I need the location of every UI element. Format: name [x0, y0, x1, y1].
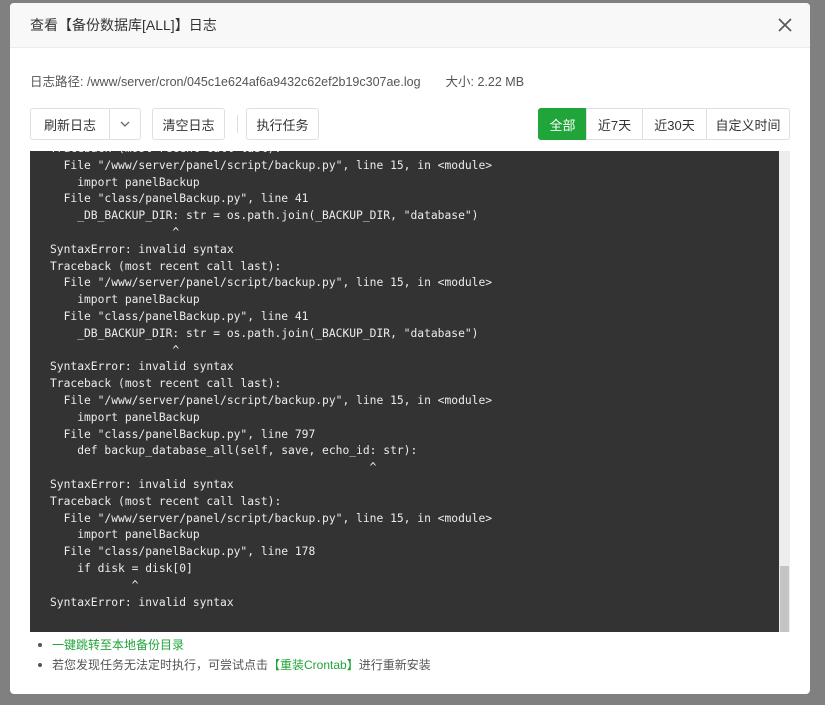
log-scrollbar[interactable] — [779, 151, 790, 632]
dialog-title: 查看【备份数据库[ALL]】日志 — [30, 17, 217, 33]
log-path-label: 日志路径: — [30, 75, 84, 89]
note-item: 若您发现任务无法定时执行，可尝试点击 【重装Crontab】 进行重新安装 — [38, 655, 431, 675]
bullet-icon — [38, 643, 42, 647]
log-info-line: 日志路径: /www/server/cron/045c1e624af6a9432… — [30, 71, 524, 90]
help-notes: 一键跳转至本地备份目录 若您发现任务无法定时执行，可尝试点击 【重装Cronta… — [38, 635, 431, 675]
time-filter-group: 全部 近7天 近30天 自定义时间 — [538, 108, 790, 140]
bullet-icon — [38, 663, 42, 667]
filter-30days-button[interactable]: 近30天 — [642, 108, 707, 140]
filter-all-button[interactable]: 全部 — [538, 108, 587, 140]
dialog-titlebar: 查看【备份数据库[ALL]】日志 — [10, 3, 810, 48]
log-toolbar: 刷新日志 清空日志 执行任务 全部 近7天 近30天 自定义时间 — [30, 108, 790, 140]
reinstall-hint-suffix: 进行重新安装 — [358, 658, 431, 672]
reinstall-hint-prefix: 若您发现任务无法定时执行，可尝试点击 — [52, 658, 269, 672]
log-output[interactable]: Traceback (most recent call last): File … — [30, 151, 790, 632]
close-icon[interactable] — [776, 16, 794, 34]
refresh-dropdown-button[interactable] — [109, 108, 141, 140]
clear-log-button[interactable]: 清空日志 — [152, 108, 225, 140]
refresh-log-button[interactable]: 刷新日志 — [30, 108, 110, 140]
log-dialog: 查看【备份数据库[ALL]】日志 日志路径: /www/server/cron/… — [10, 3, 810, 694]
log-content: Traceback (most recent call last): File … — [50, 151, 493, 609]
run-task-button[interactable]: 执行任务 — [246, 108, 319, 140]
log-path-value: /www/server/cron/045c1e624af6a9432c62ef2… — [86, 75, 421, 89]
filter-7days-button[interactable]: 近7天 — [586, 108, 643, 140]
backup-dir-link[interactable]: 一键跳转至本地备份目录 — [52, 635, 184, 655]
chevron-down-icon — [120, 121, 130, 127]
note-item: 一键跳转至本地备份目录 — [38, 635, 431, 655]
log-scroll-thumb[interactable] — [780, 566, 789, 632]
filter-custom-button[interactable]: 自定义时间 — [706, 108, 790, 140]
log-size-label: 大小: — [445, 75, 474, 89]
reinstall-crontab-link[interactable]: 【重装Crontab】 — [268, 655, 359, 675]
log-size-value: 2.22 MB — [477, 75, 525, 89]
toolbar-divider — [237, 115, 238, 133]
